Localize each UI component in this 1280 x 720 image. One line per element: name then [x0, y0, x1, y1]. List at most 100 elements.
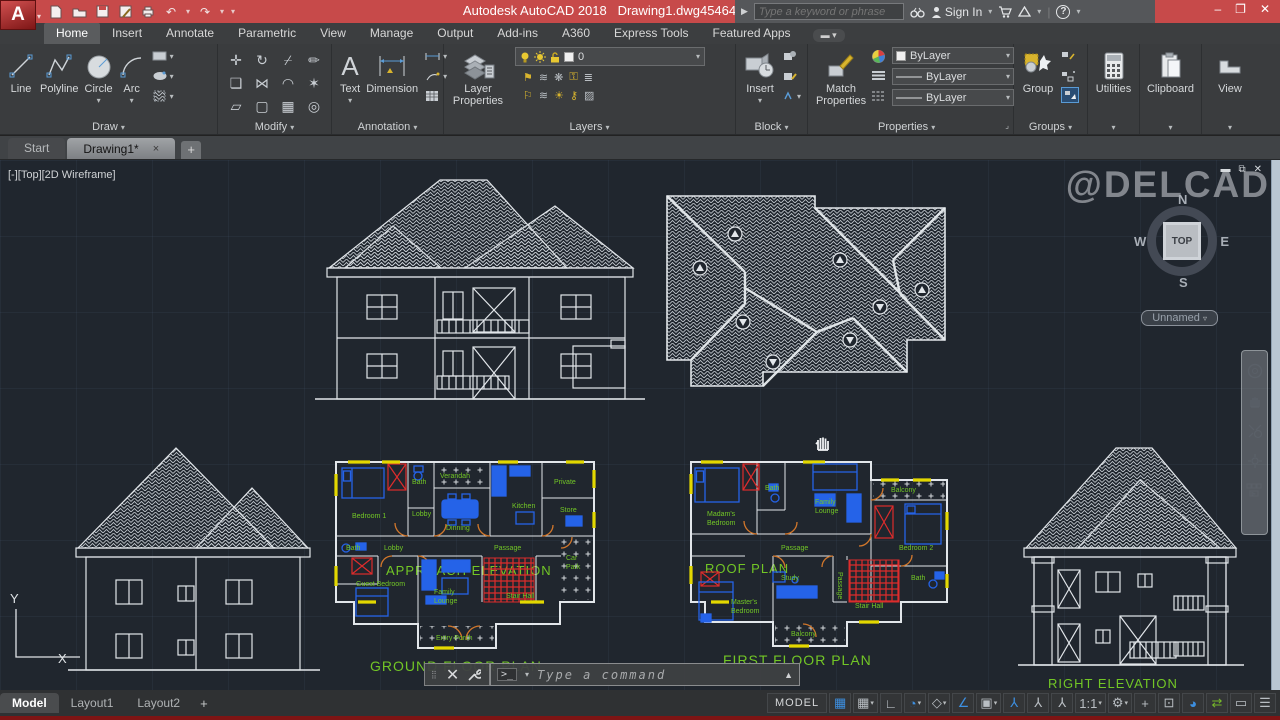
search-binoculars-icon[interactable]	[910, 6, 925, 18]
ribbon-tab-insert[interactable]: Insert	[100, 23, 154, 44]
view-panel-label[interactable]: ▾	[1202, 121, 1258, 133]
isolate-objects-button[interactable]: ⊡	[1158, 693, 1180, 713]
redo-icon[interactable]: ↷	[197, 5, 213, 19]
snap-toggle[interactable]: ▦▾	[853, 693, 878, 713]
open-folder-icon[interactable]	[71, 5, 87, 19]
mirror-icon[interactable]: ⋈	[255, 75, 269, 92]
layer-on-icon[interactable]: ☀	[554, 89, 564, 102]
modify-panel-label[interactable]: Modify ▾	[218, 121, 331, 133]
autocad-logo[interactable]: A	[0, 0, 36, 30]
groups-panel-label[interactable]: Groups ▾	[1014, 121, 1087, 133]
ribbon-tab-annotate[interactable]: Annotate	[154, 23, 226, 44]
command-history-icon[interactable]: ▲	[784, 670, 793, 680]
array-icon[interactable]: ▦	[281, 98, 294, 115]
navigation-bar[interactable]	[1241, 350, 1268, 535]
orbit-icon[interactable]	[1247, 453, 1263, 469]
polyline-button[interactable]: Polyline	[37, 47, 82, 97]
grip-dots-icon[interactable]: ⣿	[431, 670, 438, 679]
command-line[interactable]: >_ ▾ Type a command ▲	[490, 663, 800, 686]
ribbon-tab-manage[interactable]: Manage	[358, 23, 425, 44]
vp-restore-icon[interactable]: ⧉	[1238, 164, 1245, 175]
group-selection-toggle-icon[interactable]	[1061, 87, 1079, 103]
sign-in-dropdown-icon[interactable]: ▾	[988, 7, 992, 16]
text-button[interactable]: AText▾	[337, 47, 363, 109]
layer-merge-icon[interactable]: ▨	[584, 89, 594, 102]
ribbon-tab-featured-apps[interactable]: Featured Apps	[701, 23, 803, 44]
utilities-panel-label[interactable]: ▾	[1088, 121, 1139, 133]
viewcube-east[interactable]: E	[1220, 234, 1229, 249]
ribbon-tab-home[interactable]: Home	[44, 23, 100, 44]
layer-freeze-icon[interactable]: ❋	[554, 71, 563, 84]
layer-states-icon[interactable]: ≣	[584, 71, 593, 84]
layout1-tab[interactable]: Layout1	[59, 693, 126, 713]
move-icon[interactable]: ✛	[230, 52, 242, 69]
block-panel-label[interactable]: Block ▾	[736, 121, 807, 133]
rotate-icon[interactable]: ↻	[256, 52, 268, 69]
new-tab-button[interactable]: +	[181, 141, 201, 159]
linetype-dropdown[interactable]: ByLayer▾	[892, 89, 1014, 106]
viewport-controls[interactable]: [-][Top][2D Wireframe]	[8, 169, 116, 181]
utilities-button[interactable]: Utilities	[1093, 47, 1134, 97]
layout2-tab[interactable]: Layout2	[125, 693, 192, 713]
file-tab-start[interactable]: Start	[8, 138, 65, 159]
erase-icon[interactable]: ✏	[308, 52, 320, 69]
create-block-icon[interactable]	[783, 47, 801, 65]
search-input[interactable]	[754, 3, 904, 20]
layers-panel-label[interactable]: Layers ▾	[444, 121, 735, 133]
new-file-icon[interactable]	[48, 5, 64, 19]
line-button[interactable]: Line	[5, 47, 37, 97]
layer-isolate-icon[interactable]: ⚑	[523, 71, 533, 84]
layer-properties-button[interactable]: Layer Properties	[449, 47, 507, 109]
connect-dropdown-icon[interactable]: ▾	[1037, 7, 1041, 16]
save-as-icon[interactable]	[117, 5, 133, 19]
arc-button[interactable]: Arc▾	[116, 47, 148, 109]
properties-panel-label[interactable]: Properties ▾ ⌟	[808, 121, 1013, 133]
block-attributes-icon[interactable]: ▾	[783, 87, 801, 105]
maximize-button[interactable]: ❐	[1235, 2, 1246, 16]
command-dropdown-icon[interactable]: ▾	[525, 670, 529, 679]
vertical-scrollbar[interactable]	[1271, 160, 1280, 690]
layer-dropdown-icon[interactable]: ▾	[696, 52, 700, 61]
offset-icon[interactable]: ◎	[308, 98, 320, 115]
command-wrench-icon[interactable]	[467, 668, 481, 682]
ribbon-tab-express-tools[interactable]: Express Tools	[602, 23, 700, 44]
clipboard-button[interactable]: Clipboard	[1144, 47, 1197, 97]
add-layout-button[interactable]: +	[192, 696, 216, 711]
annotation-monitor-toggle[interactable]: +	[1134, 693, 1156, 713]
stretch-icon[interactable]: ▱	[231, 98, 242, 115]
ungroup-icon[interactable]	[1061, 47, 1079, 65]
redo-dropdown-icon[interactable]: ▾	[220, 7, 224, 16]
ribbon-collapse-button[interactable]: ▬ ▾	[813, 29, 845, 42]
viewcube-south[interactable]: S	[1179, 275, 1188, 290]
dimension-button[interactable]: Dimension	[363, 47, 421, 97]
match-properties-button[interactable]: Match Properties	[813, 47, 869, 109]
annotation-scale-person-icon[interactable]: ⅄	[1051, 693, 1073, 713]
draw-panel-label[interactable]: Draw ▾	[0, 121, 217, 133]
view-name-dropdown-icon[interactable]: ▿	[1203, 314, 1207, 323]
circle-button[interactable]: Circle▾	[82, 47, 116, 109]
layer-lock-icon[interactable]: ⚿	[569, 71, 577, 84]
sign-in-button[interactable]: Sign In	[931, 5, 982, 19]
model-tab[interactable]: Model	[0, 693, 59, 713]
ribbon-tab-addins[interactable]: Add-ins	[485, 23, 550, 44]
ortho-toggle[interactable]: ∟	[880, 693, 902, 713]
copy-icon[interactable]: ❏	[230, 75, 243, 92]
graphics-performance-toggle[interactable]: ◕	[1182, 693, 1204, 713]
zoom-extents-icon[interactable]	[1247, 423, 1263, 439]
isometric-drafting-toggle[interactable]: ◇▾	[928, 693, 951, 713]
help-icon[interactable]: ?	[1056, 5, 1070, 19]
edit-attribute-icon[interactable]	[783, 67, 801, 85]
grid-toggle[interactable]: ▦	[829, 693, 851, 713]
text-dropdown-icon[interactable]: ▾	[348, 95, 352, 107]
help-dropdown-icon[interactable]: ▾	[1076, 7, 1080, 16]
viewcube[interactable]: N W E S TOP	[1139, 198, 1225, 284]
layer-unisolate-icon[interactable]: ⚐	[523, 89, 533, 102]
file-tab-drawing1[interactable]: Drawing1*×	[67, 138, 175, 159]
showmotion-icon[interactable]	[1246, 483, 1264, 497]
polar-tracking-toggle[interactable]: ◔▾	[904, 693, 926, 713]
command-line-grip[interactable]: ⣿ ✕	[424, 663, 490, 686]
layer-dropdown[interactable]: 0 ▾	[515, 47, 705, 66]
ribbon-tab-view[interactable]: View	[308, 23, 358, 44]
a360-connect-icon[interactable]	[1018, 6, 1031, 17]
insert-dropdown-icon[interactable]: ▾	[758, 95, 762, 107]
